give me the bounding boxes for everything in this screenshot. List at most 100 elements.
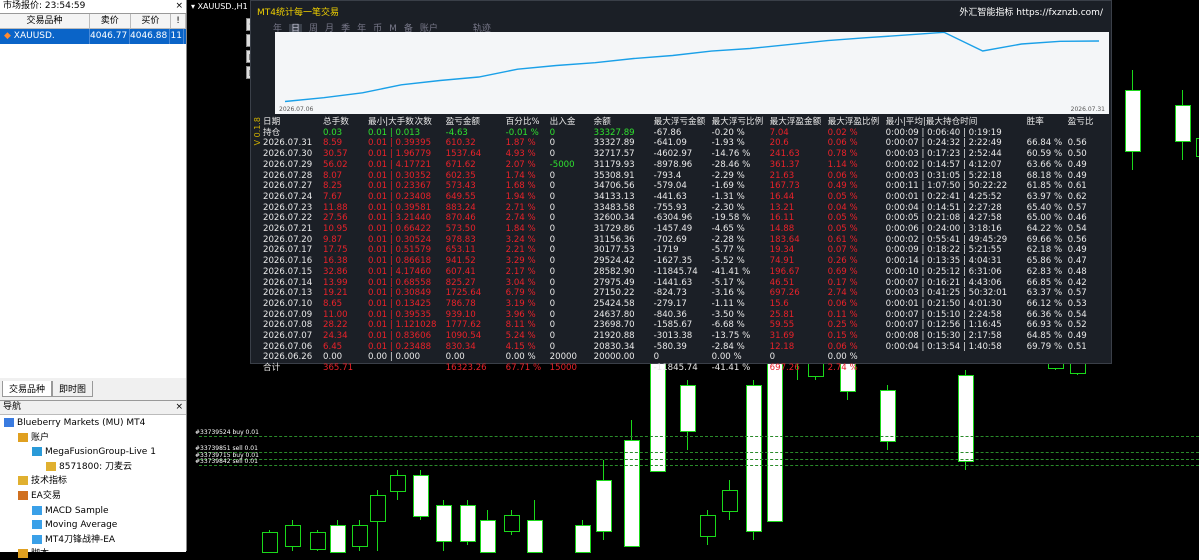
stats-cell: 167.73	[769, 181, 800, 192]
nav-item[interactable]: MegaFusionGroup-Live 1	[32, 446, 156, 458]
stats-row: 2026.07.17 17.75 0.01 | 0.51 579 653.11 2.21 …	[263, 245, 1098, 256]
stats-cell	[415, 363, 446, 374]
stats-cell: 7.67	[323, 191, 343, 202]
close-icon[interactable]: ×	[175, 401, 183, 414]
stats-cell: 24.34	[323, 331, 348, 342]
panel-title: MT4统计每一笔交易	[257, 8, 339, 18]
stats-cell: 367	[414, 181, 432, 192]
stats-cell: 5.24 %	[505, 331, 536, 342]
stats-cell: 0	[549, 149, 556, 160]
candle-body	[680, 385, 696, 432]
candle-body	[390, 475, 406, 492]
stats-cell: 63.97 %	[1026, 191, 1063, 202]
nav-item-label: 技术指标	[31, 476, 68, 487]
nav-item[interactable]: EA交易	[18, 490, 61, 502]
stats-cell: 33483.58	[593, 202, 635, 213]
order-line[interactable]	[199, 465, 1199, 466]
panel-brand[interactable]: 外汇智能指标 https://fxznzb.com/	[959, 5, 1103, 18]
candle-body	[596, 480, 612, 532]
stats-cell: 1777.62	[445, 320, 482, 331]
stats-cell	[886, 363, 1027, 374]
stats-cell: 13.21	[769, 202, 795, 213]
stats-cell: 0.06 %	[827, 138, 858, 149]
stats-cell: 0.03	[323, 127, 343, 138]
symbol-bid: 4046.77	[90, 29, 130, 44]
stats-cell: 653.11	[445, 245, 476, 256]
tab-tick-chart[interactable]: 即时图	[52, 381, 94, 397]
stats-cell: 0.61 %	[827, 234, 858, 245]
nav-item[interactable]: 脚本	[18, 548, 49, 560]
candle-body	[767, 360, 783, 522]
stats-cell: -8978.96	[653, 159, 693, 170]
stats-cell: 0:00:01 | 0:22:41 | 4:25:52	[885, 191, 1002, 202]
equity-line	[284, 31, 1100, 103]
stats-cell: 64.85 %	[1026, 331, 1063, 342]
market-watch-header: 交易品种 卖价 买价 !	[0, 14, 186, 29]
stats-cell	[594, 363, 654, 374]
stats-cell: 0	[549, 224, 556, 235]
stats-cell: 66.85 %	[1026, 277, 1063, 288]
stats-cell: 649.55	[445, 191, 476, 202]
stats-cell: 721	[414, 159, 432, 170]
stats-cell: 2026.07.27	[263, 181, 313, 192]
column-header: 次数	[414, 117, 432, 127]
stats-cell: -11845.74	[653, 266, 698, 277]
stats-cell: 0.00 %	[711, 352, 742, 363]
tab-symbols[interactable]: 交易品种	[2, 381, 53, 397]
stats-cell: 0:00:09 | 0:06:40 | 0:19:19	[885, 127, 1002, 138]
stats-cell: 0	[549, 298, 556, 309]
column-bid[interactable]: 卖价	[90, 14, 131, 28]
stats-cell: 3.24 %	[505, 234, 536, 245]
stats-cell: -840.36	[653, 309, 687, 320]
stats-cell: -5000	[549, 159, 575, 170]
stats-cell: 27975.49	[593, 277, 635, 288]
stats-cell: 0.00 %	[827, 352, 858, 363]
nav-item[interactable]: Moving Average	[32, 519, 117, 531]
nav-item[interactable]: 8571800: 刀麦云	[46, 461, 132, 473]
stats-cell: 0.04 %	[827, 202, 858, 213]
stats-cell: -641.09	[653, 138, 687, 149]
curve-end-date: 2026.07.31	[1070, 106, 1105, 113]
nav-item[interactable]: MT4刀锋战神-EA	[32, 534, 115, 546]
order-line[interactable]	[199, 459, 1199, 460]
market-watch-tabs: 交易品种 即时图	[2, 381, 94, 397]
stats-cell: 870.46	[445, 213, 476, 224]
stats-cell: 408	[414, 191, 432, 202]
symbol-row-xauusd[interactable]: ◆ XAUUSD. 4046.77 4046.88 11	[0, 29, 186, 44]
stats-cell: 11.88	[323, 202, 348, 213]
nav-item[interactable]: 技术指标	[18, 475, 67, 487]
candle-body	[575, 525, 591, 553]
stats-cell: 0:00:07 | 0:16:21 | 4:43:06	[885, 277, 1002, 288]
column-header: 出入金	[549, 117, 576, 127]
stats-cell: 0:00:09 | 0:18:22 | 5:21:55	[885, 245, 1002, 256]
stats-cell: 2.74 %	[827, 363, 858, 374]
stats-cell: 27150.22	[593, 288, 635, 299]
column-spread[interactable]: !	[171, 14, 186, 28]
stats-cell: 74.91	[769, 256, 795, 267]
candle-body	[262, 532, 278, 553]
column-symbol[interactable]: 交易品种	[0, 14, 91, 28]
nav-item[interactable]: Blueberry Markets (MU) MT4	[4, 417, 145, 429]
nav-item[interactable]: MACD Sample	[32, 505, 109, 517]
stats-cell: 0.46	[1067, 213, 1087, 224]
stats-cell: 2026.07.13	[263, 288, 313, 299]
stats-cell: 0.54	[1067, 224, 1087, 235]
column-header: 胜率	[1026, 117, 1044, 127]
stats-cell: 2026.07.08	[263, 320, 313, 331]
stats-cell: 0	[549, 138, 556, 149]
order-line[interactable]	[199, 436, 1199, 437]
stats-cell: 3.19 %	[505, 298, 536, 309]
stats-cell: 0.61	[1067, 181, 1087, 192]
close-icon[interactable]: ×	[175, 0, 183, 13]
column-ask[interactable]: 买价	[131, 14, 172, 28]
nav-item[interactable]: 账户	[18, 432, 49, 444]
stats-cell: -3.50 %	[711, 309, 745, 320]
stats-cell: 28582.90	[593, 266, 635, 277]
stats-cell: 488	[414, 341, 432, 352]
stats-cell: 0.57	[1067, 202, 1087, 213]
stats-cell: -279.17	[653, 298, 687, 309]
stats-cell: 941.52	[445, 256, 476, 267]
stats-cell: 21.63	[769, 170, 795, 181]
stats-cell: 4.93 %	[505, 149, 536, 160]
order-line[interactable]	[199, 452, 1199, 453]
